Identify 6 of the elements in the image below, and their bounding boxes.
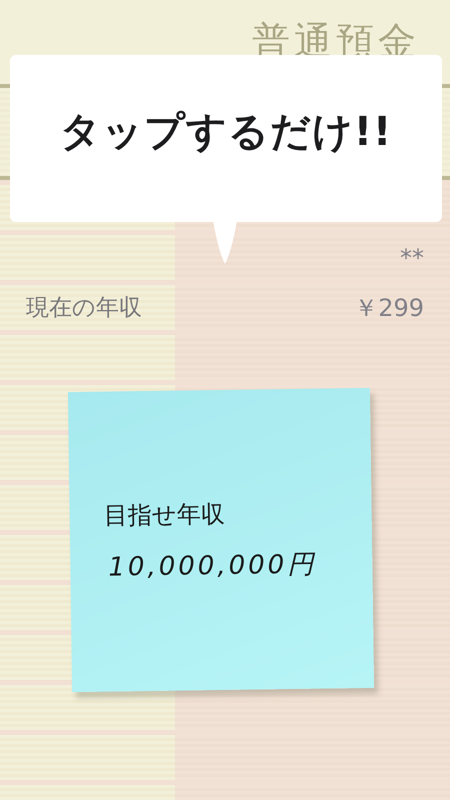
note-amount: 10,000,000円	[107, 548, 316, 584]
row-value: **	[400, 244, 424, 272]
callout-text: タップするだけ!!	[60, 108, 392, 157]
note-heading: 目指せ年収	[103, 498, 225, 532]
row-value: ￥299	[354, 292, 424, 324]
row-label: 現在の年収	[26, 294, 142, 323]
